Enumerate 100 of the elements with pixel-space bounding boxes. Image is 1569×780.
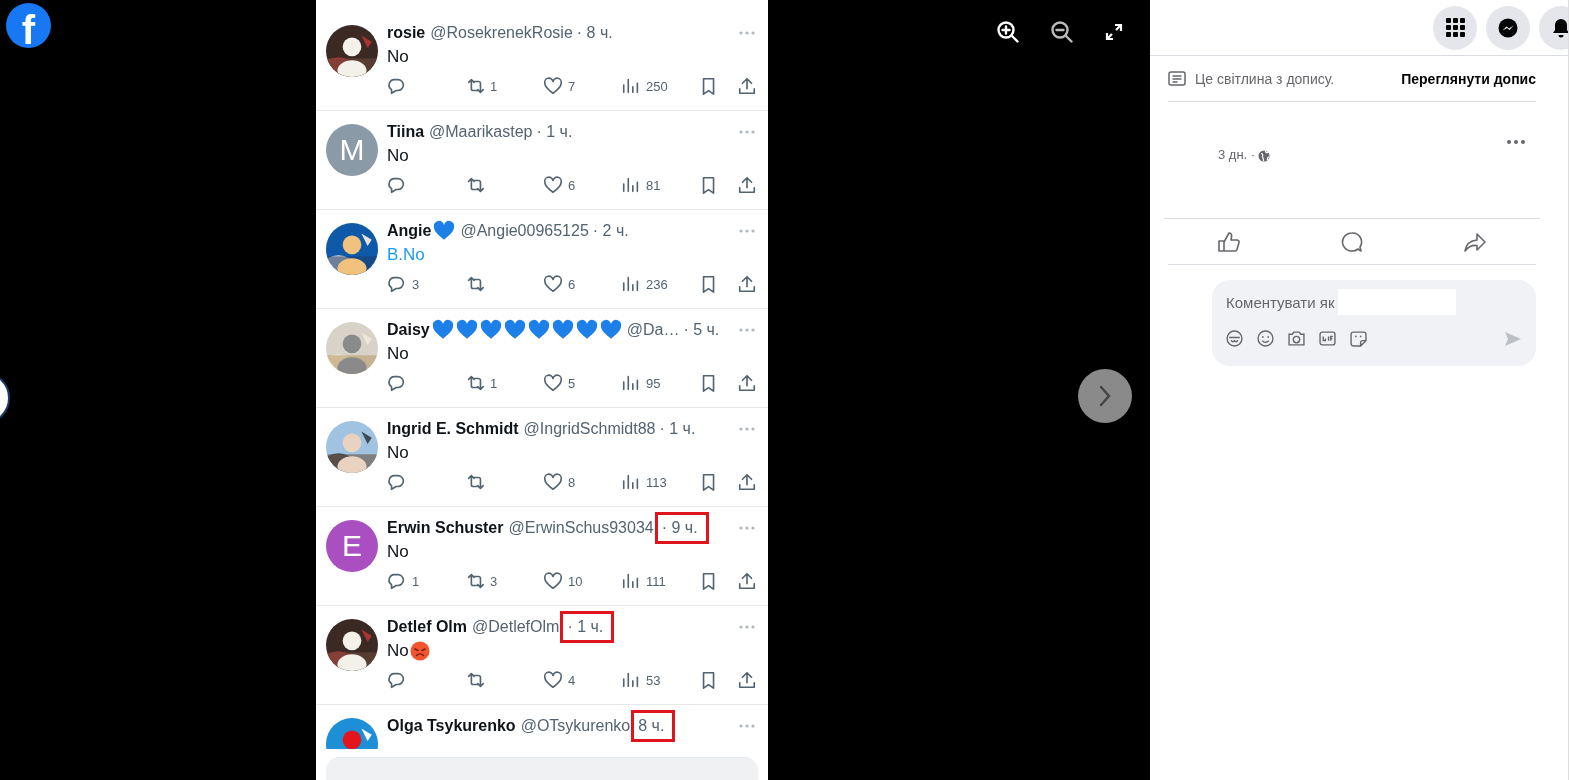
count: 6 — [568, 276, 576, 292]
sticker-icon[interactable] — [1350, 330, 1367, 347]
reply-icon[interactable] — [387, 571, 407, 591]
count: 10 — [568, 573, 583, 589]
angry-emoji-icon — [409, 641, 430, 661]
chevron-right-icon — [1097, 385, 1113, 407]
count: 7 — [568, 78, 576, 94]
next-button[interactable] — [1078, 369, 1132, 423]
notice-text: Це світлина з допису. — [1195, 70, 1336, 87]
count: 1 — [490, 375, 498, 391]
views-icon[interactable] — [621, 175, 641, 195]
heart-icon[interactable] — [543, 175, 563, 195]
post-time: · 2 ч. — [592, 221, 629, 240]
count: 6 — [568, 177, 576, 193]
heart-icon — [599, 319, 622, 340]
heart-icon[interactable] — [543, 472, 563, 492]
heart-icon[interactable] — [543, 571, 563, 591]
heart-icon — [503, 319, 526, 340]
post-time: · 8 ч. — [576, 23, 613, 42]
user-name: Tiina — [387, 122, 425, 141]
share-icon[interactable] — [737, 571, 757, 591]
user-handle: @Maarikastep — [429, 122, 533, 141]
reply-text: No — [387, 47, 409, 67]
count: 236 — [646, 276, 668, 292]
count: 111 — [646, 573, 666, 589]
share-icon[interactable] — [737, 472, 757, 492]
count: 3 — [412, 276, 420, 292]
share-icon[interactable] — [737, 670, 757, 690]
messenger-button[interactable] — [1486, 5, 1530, 50]
count: 4 — [568, 672, 576, 688]
retweet-icon[interactable] — [465, 76, 485, 96]
menu-button[interactable] — [1433, 5, 1477, 50]
post-time: 8 ч. — [631, 709, 676, 742]
reply-text: No — [387, 146, 409, 166]
retweet-icon[interactable] — [465, 373, 485, 393]
reply-icon[interactable] — [387, 175, 407, 195]
camera-icon[interactable] — [1288, 330, 1305, 347]
heart-icon — [575, 319, 598, 340]
avatar-sticker-icon[interactable] — [1226, 330, 1243, 347]
share-icon[interactable] — [737, 373, 757, 393]
reply-text: No — [387, 542, 409, 562]
share-icon[interactable] — [737, 274, 757, 294]
reply-text: No — [387, 641, 409, 661]
views-icon[interactable] — [621, 472, 641, 492]
heart-icon[interactable] — [543, 274, 563, 294]
like-icon[interactable] — [1218, 230, 1241, 253]
reply-icon[interactable] — [387, 76, 407, 96]
zoom-out-icon[interactable] — [1050, 20, 1074, 44]
post-time: · 1 ч. — [536, 122, 573, 141]
user-name: rosie — [387, 23, 426, 42]
globe-icon — [1258, 150, 1271, 162]
retweet-icon[interactable] — [465, 571, 485, 591]
reply-icon[interactable] — [387, 373, 407, 393]
user-name: Erwin Schuster — [387, 518, 504, 537]
retweet-icon[interactable] — [465, 175, 485, 195]
comment-field[interactable]: Коментувати як — [1212, 280, 1536, 366]
views-icon[interactable] — [621, 76, 641, 96]
count: 53 — [646, 672, 661, 688]
heart-icon[interactable] — [543, 670, 563, 690]
user-handle: @RosekrenekRosie — [430, 23, 573, 42]
views-icon[interactable] — [621, 274, 641, 294]
heart-icon[interactable] — [543, 76, 563, 96]
fullscreen-icon[interactable] — [1104, 22, 1124, 42]
post-time: · 9 ч. — [654, 511, 709, 544]
zoom-in-icon[interactable] — [996, 20, 1020, 44]
views-icon[interactable] — [621, 670, 641, 690]
count: 1 — [490, 78, 498, 94]
retweet-icon[interactable] — [465, 274, 485, 294]
views-icon[interactable] — [621, 373, 641, 393]
grid-icon — [1445, 18, 1465, 37]
share-icon[interactable] — [1463, 230, 1486, 253]
reply-icon[interactable] — [387, 670, 407, 690]
reply-text: No — [387, 443, 409, 463]
post-time: · 1 ч. — [659, 419, 696, 438]
view-post-link[interactable]: Переглянути допис — [1401, 70, 1536, 87]
user-handle: @Angie00965125 — [460, 221, 589, 240]
post-time: · 5 ч. — [683, 320, 720, 339]
share-icon[interactable] — [737, 76, 757, 96]
reply-icon[interactable] — [387, 274, 407, 294]
retweet-icon[interactable] — [465, 670, 485, 690]
count: 250 — [646, 78, 668, 94]
user-name: Daisy — [387, 320, 430, 339]
more-icon[interactable] — [1506, 139, 1526, 145]
heart-icon[interactable] — [543, 373, 563, 393]
user-name: Olga Tsykurenko — [387, 716, 516, 735]
heart-icon — [527, 319, 550, 340]
user-handle: @Da… — [626, 320, 680, 339]
facebook-logo[interactable]: f — [6, 3, 51, 48]
retweet-icon[interactable] — [465, 472, 485, 492]
gif-icon[interactable] — [1319, 330, 1336, 347]
comment-icon[interactable] — [1341, 230, 1363, 253]
count: 81 — [646, 177, 661, 193]
user-handle: @ErwinSchus93034 — [508, 518, 654, 537]
reply-icon[interactable] — [387, 472, 407, 492]
reply-field[interactable] — [326, 757, 758, 780]
messenger-icon — [1498, 17, 1518, 38]
share-icon[interactable] — [737, 175, 757, 195]
user-handle: @IngridSchmidt88 — [523, 419, 656, 438]
emoji-icon[interactable] — [1257, 330, 1274, 347]
views-icon[interactable] — [621, 571, 641, 591]
